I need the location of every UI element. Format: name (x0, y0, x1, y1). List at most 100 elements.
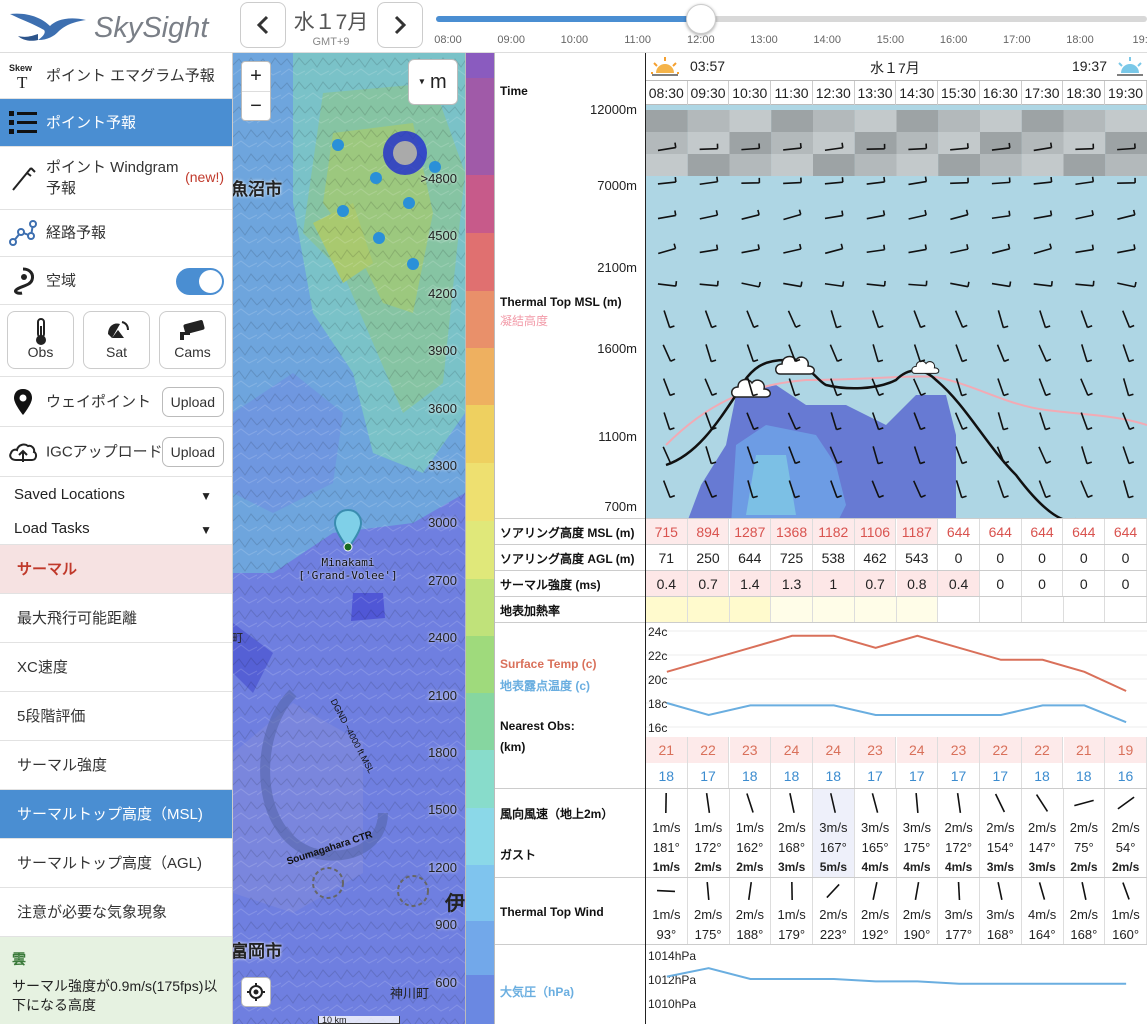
obs-dew-cell: 18 (646, 763, 688, 789)
sidebar-item-igc[interactable]: IGCアップロード Upload (0, 427, 232, 477)
ttw-direction: 164° (1028, 927, 1056, 942)
heating-cell (938, 597, 980, 622)
layer-xc-speed[interactable]: XC速度 (0, 643, 232, 692)
sidebar-item-label: ポイント予報 (46, 114, 137, 131)
wind-arrow-icon (914, 881, 920, 901)
time-tick-label: 18:00 (1066, 34, 1094, 46)
table-cell: 1182 (813, 519, 855, 545)
surface-wind-cell: 3m/s 165° 4m/s (854, 789, 897, 877)
layer-thermal-top-agl[interactable]: サーマルトップ高度（AGL) (0, 839, 232, 888)
layer-thermal-strength[interactable]: サーマル強度 (0, 741, 232, 790)
heating-cell (813, 597, 855, 622)
table-cell: 0 (1022, 545, 1064, 571)
saved-locations-dropdown[interactable]: Saved Locations ▼ (14, 486, 224, 503)
sunset: 19:37 (1072, 55, 1145, 77)
pressure-axis-label: 1014hPa (648, 949, 696, 963)
zoom-in-button[interactable]: + (242, 62, 270, 92)
prev-day-button[interactable] (240, 2, 286, 48)
surface-wind-cell: 2m/s 168° 3m/s (771, 789, 813, 877)
zoom-out-button[interactable]: − (242, 92, 270, 122)
time-slider-handle[interactable] (685, 4, 716, 34)
thermal-top-wind-cell: 1m/s 179° (771, 878, 813, 944)
obs-temp-cell: 21 (1063, 737, 1106, 763)
dropdowns: Saved Locations ▼ Load Tasks ▼ (0, 477, 232, 545)
heating-cell (896, 597, 939, 622)
table-cell: 0 (1105, 545, 1147, 571)
scale-bar: 10 km (318, 1016, 400, 1024)
sidebar-item-point-forecast[interactable]: ポイント予報 (0, 99, 232, 147)
wind-arrow-icon (915, 792, 919, 814)
wind-direction: 147° (1028, 840, 1056, 855)
locate-button[interactable] (241, 977, 271, 1007)
sidebar-item-label: 経路予報 (46, 224, 107, 242)
layer-thermal-top-msl[interactable]: サーマルトップ高度（MSL) (0, 790, 232, 839)
obs-dew-cell: 17 (897, 763, 939, 789)
list-icon (8, 108, 38, 138)
heating-cell (1063, 597, 1106, 622)
wind-speed: 1m/s (735, 820, 764, 835)
dewpoint-label: 地表露点温度 (c) (500, 679, 591, 693)
sidebar: Skew T ポイント エマグラム予報 ポイント予報 ポイント Windgram … (0, 53, 233, 1024)
units-label: m (429, 71, 447, 93)
wind-speed: 3m/s (861, 820, 890, 835)
waypoint-upload-button[interactable]: Upload (161, 386, 224, 417)
map-view[interactable]: + − ▾ m 魚沼市 町 富岡市 神川町 伊 Minakami ['Grand… (233, 53, 465, 1024)
table-cell: 1106 (854, 519, 897, 545)
legend-swatch (466, 865, 494, 921)
next-day-button[interactable] (377, 2, 423, 48)
sidebar-item-point-emagram[interactable]: Skew T ポイント エマグラム予報 (0, 53, 232, 99)
legend-swatch (466, 348, 494, 405)
location-marker[interactable] (333, 508, 363, 559)
gust-speed: 2m/s (1070, 860, 1098, 874)
camera-icon (160, 312, 225, 344)
obs-tile[interactable]: Obs (7, 311, 74, 369)
wind-direction: 162° (736, 840, 764, 855)
sidebar-item-airspace[interactable]: 空域 (0, 257, 232, 305)
layer-max-distance[interactable]: 最大飛行可能距離 (0, 594, 232, 643)
sidebar-item-waypoint[interactable]: ウェイポイント Upload (0, 377, 232, 427)
sat-tile[interactable]: Sat (83, 311, 150, 369)
ttw-speed: 4m/s (1028, 907, 1057, 922)
table-cell: 1287 (729, 519, 772, 545)
heating-cell (1105, 597, 1147, 622)
time-tick-label: 09:00 (497, 34, 525, 46)
igc-upload-button[interactable]: Upload (161, 436, 224, 467)
ttw-direction: 168° (1070, 927, 1098, 942)
layer-5-star-rating[interactable]: 5段階評価 (0, 692, 232, 741)
zoom-controls: + − (241, 61, 271, 121)
surface-wind-cell: 2m/s 172° 4m/s (938, 789, 980, 877)
heating-cell (980, 597, 1022, 622)
marker-label: Minakami ['Grand-Volee'] (293, 556, 403, 582)
surface-wind-cell: 1m/s 172° 2m/s (687, 789, 730, 877)
sidebar-item-windgram[interactable]: ポイント Windgram 予報 (new!) (0, 147, 232, 210)
thermal-strength-label: サーマル強度 (ms) (500, 578, 601, 592)
sidebar-item-label: ウェイポイント (46, 393, 152, 410)
heating-cell (729, 597, 772, 622)
obs-temp-cell: 22 (980, 737, 1022, 763)
time-slider[interactable]: 08:00 09:00 10:00 11:00 12:00 13:00 14:00 15:00… (432, 0, 1147, 53)
sidebar-item-route-forecast[interactable]: 経路予報 (0, 210, 232, 257)
wind-speed: 2m/s (1028, 820, 1057, 835)
table-cell: 644 (730, 545, 772, 571)
nearest-obs-label: Nearest Obs: (500, 719, 575, 733)
load-tasks-dropdown[interactable]: Load Tasks ▼ (14, 520, 224, 537)
thermal-top-wind-cell: 1m/s 93° (646, 878, 688, 944)
surface-wind-cell: 3m/s 167° 5m/s (813, 789, 855, 877)
ttw-direction: 192° (861, 927, 889, 942)
obs-temp-cell: 19 (1105, 737, 1147, 763)
pressure-line (666, 967, 1127, 985)
obs-temp-cell: 22 (687, 737, 730, 763)
gust-speed: 5m/s (819, 860, 848, 874)
wind-arrow-icon (657, 889, 676, 893)
units-button[interactable]: ▾ m (408, 59, 458, 105)
layer-weather-hazards[interactable]: 注意が必要な気象現象 (0, 888, 232, 937)
table-cell: 0 (1063, 571, 1106, 597)
airspace-toggle[interactable] (176, 268, 224, 295)
ttw-speed: 1m/s (777, 907, 806, 922)
cams-tile[interactable]: Cams (159, 311, 226, 369)
app-name: SkySight (94, 12, 209, 44)
thermal-top-wind-cell: 3m/s 168° (980, 878, 1022, 944)
surface-wind-cell: 1m/s 181° 1m/s (646, 789, 688, 877)
wind-direction: 172° (945, 840, 973, 855)
obs-temp-cell: 24 (813, 737, 855, 763)
